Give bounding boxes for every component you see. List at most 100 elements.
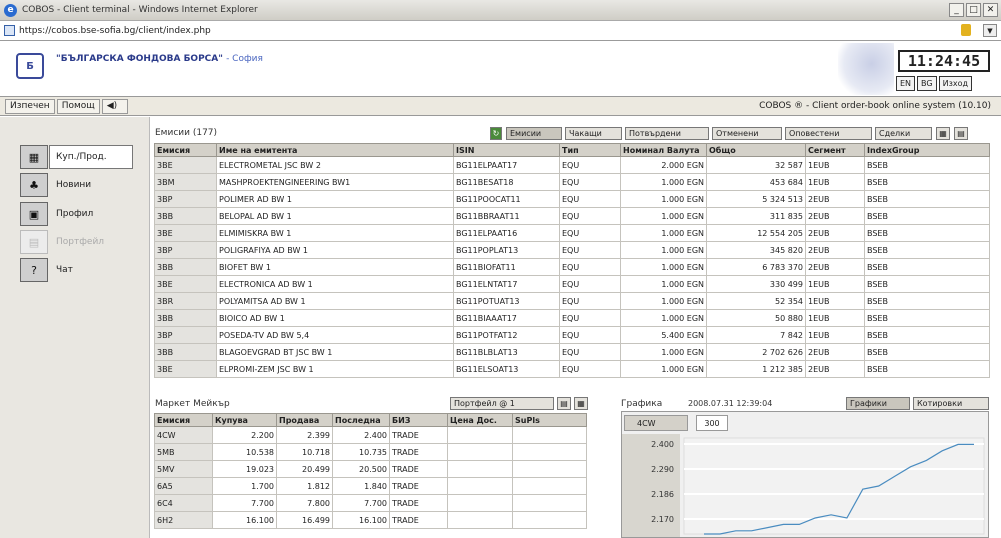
chevron-down-icon[interactable]: ▼ xyxy=(983,24,997,37)
tab-announced[interactable]: Оповестени xyxy=(785,127,872,140)
mm-cell: TRADE xyxy=(389,511,448,529)
portfolio-icon: ▤ xyxy=(20,230,48,254)
portfolio-button[interactable]: Портфейл @ 1 xyxy=(450,397,554,410)
issue-cell: 1.000 EGN xyxy=(620,309,707,327)
issue-cell: 1.000 EGN xyxy=(620,173,707,191)
chart-period-tab[interactable]: 300 xyxy=(696,415,728,431)
issue-cell: BSEB xyxy=(864,190,990,208)
issues-col-header[interactable]: ISIN xyxy=(453,143,560,157)
lang-bg-button[interactable]: BG xyxy=(917,76,937,91)
page-icon xyxy=(4,25,15,36)
mm-cell: 16.499 xyxy=(276,511,333,529)
mm-row[interactable]: 6C4 7.700 7.800 7.700 TRADE xyxy=(154,494,587,512)
grid-view-icon[interactable]: ▦ xyxy=(574,397,588,410)
mm-col-header[interactable]: SuPls xyxy=(512,413,587,427)
issues-col-header[interactable]: Общо xyxy=(706,143,806,157)
issue-cell: 2EUB xyxy=(805,241,865,259)
logout-button[interactable]: Изход xyxy=(938,76,972,91)
issue-cell: 3BP xyxy=(154,326,217,344)
issue-row[interactable]: 3BP POLIGRAFIYA AD BW 1 BG11POPLAT13 EQU 1.0… xyxy=(154,241,990,259)
tab-trades[interactable]: Сделки xyxy=(875,127,932,140)
tab-pending[interactable]: Чакащи xyxy=(565,127,622,140)
issue-row[interactable]: 3BE ELMIMISKRA BW 1 BG11ELPAAT16 EQU 1.000 E… xyxy=(154,224,990,242)
minimize-icon[interactable]: _ xyxy=(949,3,964,17)
issue-row[interactable]: 3BB BLAGOEVGRAD BT JSC BW 1 BG11BLBLAT13 EQ… xyxy=(154,343,990,361)
issue-cell: 32 587 xyxy=(706,156,806,174)
mm-row[interactable]: 6H2 16.100 16.499 16.100 TRADE xyxy=(154,511,587,529)
grid-view-icon[interactable]: ▦ xyxy=(936,127,950,140)
mm-col-header[interactable]: Купува xyxy=(212,413,277,427)
issue-cell: 1EUB xyxy=(805,173,865,191)
mm-col-header[interactable]: Цена Дос. xyxy=(447,413,513,427)
mm-cell xyxy=(512,443,587,461)
nav-item-profile[interactable]: ▣ Профил xyxy=(20,202,145,226)
issue-row[interactable]: 3BE ELECTRONICA AD BW 1 BG11ELNTAT17 EQU 1.0… xyxy=(154,275,990,293)
issue-cell: 3BB xyxy=(154,309,217,327)
refresh-icon[interactable]: ↻ xyxy=(490,127,502,140)
issue-row[interactable]: 3BB BELOPAL AD BW 1 BG11BBRAAT11 EQU 1.000 E… xyxy=(154,207,990,225)
issue-cell: 3BE xyxy=(154,224,217,242)
issue-cell: EQU xyxy=(559,275,621,293)
mm-col-header[interactable]: БИЗ xyxy=(389,413,448,427)
issue-row[interactable]: 3BB BIOICO AD BW 1 BG11BIAAAT17 EQU 1.000 EG… xyxy=(154,309,990,327)
menu-item-view[interactable]: Изпечен xyxy=(5,98,55,114)
nav-item-chat[interactable]: ? Чат xyxy=(20,258,145,282)
issue-row[interactable]: 3BE ELPROMI-ZEM JSC BW 1 BG11ELSOAT13 EQU 1.… xyxy=(154,360,990,378)
issue-cell: 5 324 513 xyxy=(706,190,806,208)
issue-cell: BSEB xyxy=(864,241,990,259)
mm-col-header[interactable]: Продава xyxy=(276,413,333,427)
issue-cell: BSEB xyxy=(864,173,990,191)
mm-row[interactable]: 6A5 1.700 1.812 1.840 TRADE xyxy=(154,477,587,495)
maximize-icon[interactable]: □ xyxy=(966,3,981,17)
mm-row[interactable]: 4CW 2.200 2.399 2.400 TRADE xyxy=(154,426,587,444)
price-chart: 2.400 2.290 2.186 2.170 xyxy=(622,434,985,537)
address-bar[interactable]: https://cobos.bse-sofia.bg/client/index.… xyxy=(0,21,1001,41)
print-icon[interactable]: ▤ xyxy=(954,127,968,140)
issue-row[interactable]: 3BP POLIMER AD BW 1 BG11POOCAT11 EQU 1.000 E… xyxy=(154,190,990,208)
issue-cell: POLYAMITSA AD BW 1 xyxy=(216,292,454,310)
lang-en-button[interactable]: EN xyxy=(896,76,916,91)
issues-col-header[interactable]: Сегмент xyxy=(805,143,865,157)
issue-row[interactable]: 3BB BIOFET BW 1 BG11BIOFAT11 EQU 1.000 EGN 6 … xyxy=(154,258,990,276)
issues-col-header[interactable]: Тип xyxy=(559,143,621,157)
issue-cell: BSEB xyxy=(864,360,990,378)
mm-cell: 7.700 xyxy=(332,494,390,512)
menu-item-help[interactable]: Помощ xyxy=(56,98,100,114)
tab-confirmed[interactable]: Потвърдени xyxy=(625,127,709,140)
issue-cell: BG11ELSOAT13 xyxy=(453,360,560,378)
url-text[interactable]: https://cobos.bse-sofia.bg/client/index.… xyxy=(19,26,211,36)
issue-cell: ELECTROMETAL JSC BW 2 xyxy=(216,156,454,174)
mm-cell: 6H2 xyxy=(154,511,213,529)
issue-cell: 50 880 xyxy=(706,309,806,327)
issue-cell: BSEB xyxy=(864,343,990,361)
mm-col-header[interactable]: Последна xyxy=(332,413,390,427)
issue-row[interactable]: 3BP POSEDA-TV AD BW 5,4 BG11POTFAT12 EQU 5.4… xyxy=(154,326,990,344)
nav-item-buy-sell[interactable]: ▦ Куп./Прод. xyxy=(20,145,145,169)
close-icon[interactable]: ✕ xyxy=(983,3,998,17)
tab-cancelled[interactable]: Отменени xyxy=(712,127,782,140)
mm-cell: 20.499 xyxy=(276,460,333,478)
sound-icon[interactable]: ◀) xyxy=(101,98,128,114)
mm-col-header[interactable]: Емисия xyxy=(154,413,213,427)
bse-logo-icon: Б xyxy=(16,53,44,79)
issue-row[interactable]: 3BM MASHPROEKTENGINEERING BW1 BG11BESAT18 E… xyxy=(154,173,990,191)
y-tick-label: 2.290 xyxy=(651,465,674,474)
issues-col-header[interactable]: Емисия xyxy=(154,143,217,157)
issue-cell: 3BR xyxy=(154,292,217,310)
mm-row[interactable]: 5MB 10.538 10.718 10.735 TRADE xyxy=(154,443,587,461)
issue-row[interactable]: 3ВЕ ELECTROMETAL JSC BW 2 BG11ELPAAT17 EQU 2… xyxy=(154,156,990,174)
issue-cell: 2.000 EGN xyxy=(620,156,707,174)
issue-cell: EQU xyxy=(559,309,621,327)
nav-item-news[interactable]: ♣ Новини xyxy=(20,173,145,197)
mm-row[interactable]: 5MV 19.023 20.499 20.500 TRADE xyxy=(154,460,587,478)
issues-col-header[interactable]: Име на емитента xyxy=(216,143,454,157)
issues-col-header[interactable]: Номинал Валута xyxy=(620,143,707,157)
tab-issues[interactable]: Емисии xyxy=(506,127,562,140)
issue-row[interactable]: 3BR POLYAMITSA AD BW 1 BG11POTUAT13 EQU 1.00… xyxy=(154,292,990,310)
tab-quotes[interactable]: Котировки xyxy=(913,397,989,410)
print-icon[interactable]: ▤ xyxy=(557,397,571,410)
issues-col-header[interactable]: IndexGroup xyxy=(864,143,990,157)
tab-charts[interactable]: Графики xyxy=(846,397,910,410)
mm-cell: TRADE xyxy=(389,477,448,495)
issue-cell: POLIMER AD BW 1 xyxy=(216,190,454,208)
